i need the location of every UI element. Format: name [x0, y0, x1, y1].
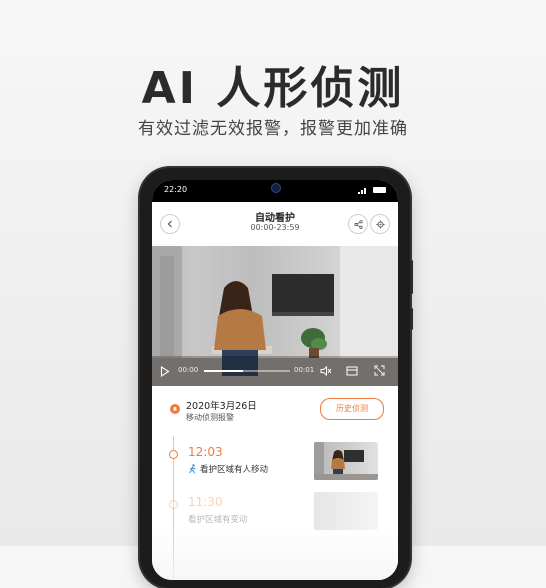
app-bar: 自动看护 00:00-23:59: [152, 202, 398, 246]
share-icon: [353, 219, 363, 229]
phone-screen: 22:20 自动看护 00:00-23:59 00:00 00:01 2020年…: [152, 180, 398, 580]
volume-mute-icon[interactable]: [320, 366, 332, 376]
event-time: 12:03: [188, 445, 223, 459]
event-thumbnail[interactable]: [314, 492, 378, 530]
list-fade-overlay: [152, 526, 398, 580]
screenshot-icon[interactable]: [346, 366, 358, 376]
event-description: 看护区域有人移动: [200, 465, 269, 475]
notch: [260, 180, 290, 196]
status-bar: 22:20: [152, 180, 398, 202]
bell-icon: [173, 407, 177, 411]
fullscreen-icon[interactable]: [374, 365, 385, 376]
player-controls: 00:00 00:01: [152, 356, 398, 386]
event-type: 移动侦测报警: [186, 413, 234, 422]
alarm-icon: [170, 404, 180, 414]
headline: AI 人形侦测: [141, 63, 405, 114]
video-player[interactable]: 00:00 00:01: [152, 246, 398, 386]
thumbnail-image: [314, 442, 378, 480]
event-timeline: 12:03 看护区域有人移动 11:30 看护区域有变动: [152, 436, 398, 580]
subline: 有效过滤无效报警，报警更加准确: [138, 119, 408, 139]
current-time: 00:00: [178, 366, 199, 374]
signal-icon: [358, 188, 366, 194]
power-button: [410, 308, 413, 330]
event-time: 11:30: [188, 495, 223, 509]
timeline-dot: [169, 450, 178, 459]
play-icon[interactable]: [160, 366, 170, 377]
history-button[interactable]: 历史侦测: [320, 398, 384, 420]
event-date: 2020年3月26日: [186, 401, 257, 412]
battery-icon: [373, 187, 386, 193]
front-camera-icon: [271, 183, 281, 193]
event-thumbnail[interactable]: [314, 442, 378, 480]
progress-bar[interactable]: [204, 370, 290, 372]
volume-button: [410, 260, 413, 294]
end-time: 00:01: [294, 366, 315, 374]
event-description: 看护区域有变动: [188, 515, 248, 525]
phone-frame: 22:20 自动看护 00:00-23:59 00:00 00:01 2020年…: [140, 168, 413, 588]
settings-button[interactable]: [370, 214, 390, 234]
timeline-dot: [169, 500, 178, 509]
status-time: 22:20: [164, 185, 188, 194]
gear-icon: [375, 219, 385, 229]
share-button[interactable]: [348, 214, 368, 234]
progress-fill: [204, 370, 243, 372]
event-header: 2020年3月26日 移动侦测报警 历史侦测: [152, 386, 398, 437]
person-walking-icon: [189, 464, 196, 474]
